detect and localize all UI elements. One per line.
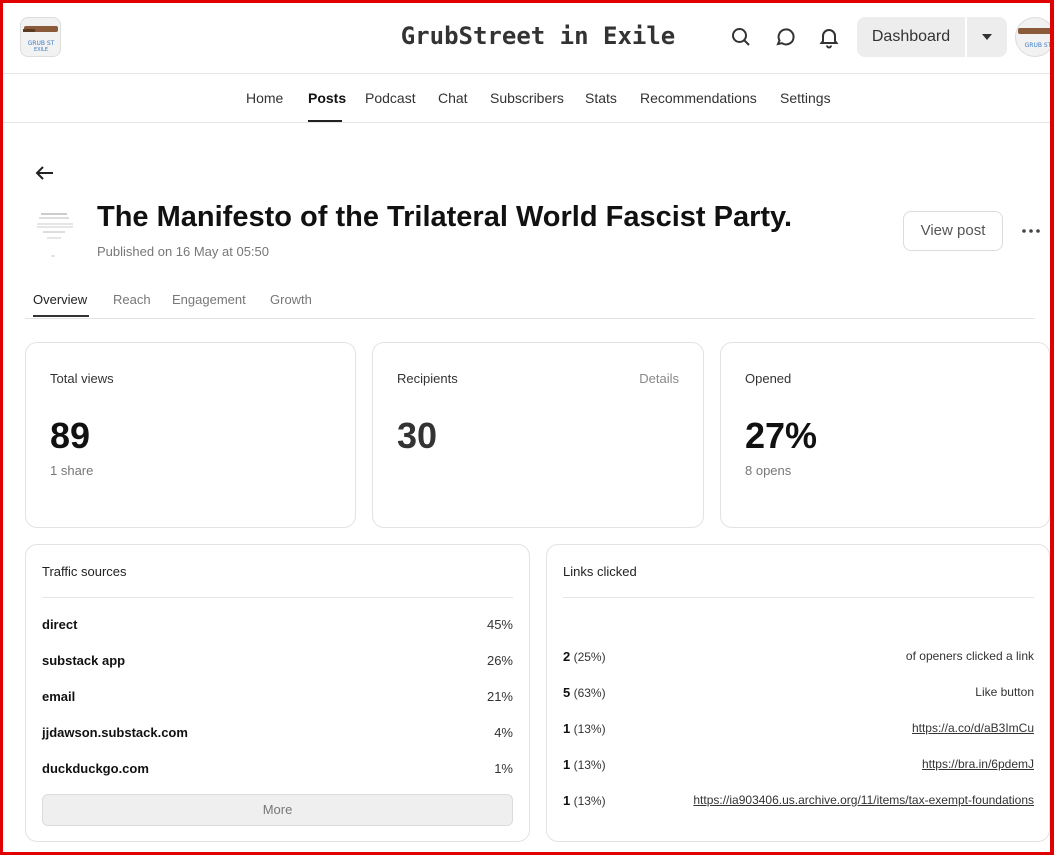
link-click-percent: (25%) [573,650,606,664]
svg-text:GRUB ST: GRUB ST [1025,42,1052,49]
traffic-row: direct 45% [42,617,513,637]
nav-home[interactable]: Home [246,90,283,106]
traffic-divider [42,597,513,598]
top-bar: GRUB ST EXILE GrubStreet in Exile Dashbo… [0,0,1054,74]
traffic-row: substack app 26% [42,653,513,673]
traffic-percent: 26% [486,653,513,668]
traffic-row: email 21% [42,689,513,709]
main-nav: Home Posts Podcast Chat Subscribers Stat… [0,74,1054,123]
tab-engagement[interactable]: Engagement [172,292,246,307]
opens-count: 8 opens [745,463,792,478]
more-traffic-button[interactable]: More [42,794,513,826]
tabs-divider [25,318,1035,319]
link-click-percent: (13%) [573,794,606,808]
tab-growth[interactable]: Growth [270,292,312,307]
nav-stats[interactable]: Stats [585,90,617,106]
post-thumbnail [33,206,77,260]
traffic-percent: 21% [486,689,513,704]
traffic-percent: 45% [486,617,513,632]
recipients-details-link[interactable]: Details [639,371,679,386]
total-views-card: Total views 89 1 share [25,342,356,528]
link-row: 5 (63%) Like button [563,685,1034,705]
link-click-count: 1 [563,793,571,808]
tab-active-underline [33,315,89,317]
total-views-value: 89 [50,415,91,456]
link-click-count: 1 [563,757,571,772]
tab-overview[interactable]: Overview [33,292,87,307]
nav-recommendations[interactable]: Recommendations [640,90,757,106]
traffic-row: duckduckgo.com 1% [42,761,513,781]
chat-bubble-icon[interactable] [773,25,797,49]
link-url[interactable]: https://bra.in/6pdemJ [922,757,1034,771]
link-click-percent: (63%) [573,686,606,700]
nav-settings[interactable]: Settings [780,90,831,106]
tab-reach[interactable]: Reach [113,292,151,307]
caret-down-icon [982,34,992,40]
nav-subscribers[interactable]: Subscribers [490,90,564,106]
traffic-source: duckduckgo.com [42,761,149,776]
link-click-count: 1 [563,721,571,736]
back-arrow-icon[interactable] [33,161,57,185]
recipients-label: Recipients [397,371,458,386]
traffic-source: direct [42,617,78,632]
link-row: 1 (13%) https://ia903406.us.archive.org/… [563,793,1034,813]
traffic-percent: 1% [494,761,513,776]
traffic-sources-title: Traffic sources [42,564,127,579]
opened-label: Opened [745,371,792,386]
shares-count: 1 share [50,463,94,478]
link-target: Like button [975,685,1034,699]
link-click-count: 2 [563,649,571,664]
opened-value: 27% [745,415,818,456]
more-options-icon[interactable] [1018,219,1044,243]
nav-podcast[interactable]: Podcast [365,90,416,106]
search-icon[interactable] [729,25,753,49]
links-divider [563,597,1034,598]
traffic-source: email [42,689,76,704]
link-row: 1 (13%) https://bra.in/6pdemJ [563,757,1034,777]
link-click-percent: (13%) [573,758,606,772]
link-row: 1 (13%) https://a.co/d/aB3ImCu [563,721,1034,741]
published-date: Published on 16 May at 05:50 [97,244,270,259]
recipients-card: Recipients Details 30 [372,342,704,528]
traffic-source: jjdawson.substack.com [42,725,188,740]
total-views-label: Total views [50,371,114,386]
opened-card: Opened 27% 8 opens [720,342,1050,528]
traffic-row: jjdawson.substack.com 4% [42,725,513,745]
traffic-percent: 4% [494,725,513,740]
view-post-button[interactable]: View post [903,211,1003,251]
nav-posts[interactable]: Posts [308,90,346,106]
recipients-value: 30 [397,415,438,456]
traffic-source: substack app [42,653,126,668]
dashboard-menu-button[interactable] [967,17,1007,57]
link-click-count: 5 [563,685,571,700]
link-url[interactable]: https://a.co/d/aB3ImCu [912,721,1034,735]
bell-icon[interactable] [817,25,841,49]
dashboard-button[interactable]: Dashboard [857,17,965,57]
link-target: of openers clicked a link [905,649,1034,663]
user-avatar[interactable]: GRUB ST [1015,17,1054,57]
links-clicked-title: Links clicked [563,564,637,579]
nav-active-underline [308,120,342,122]
link-click-percent: (13%) [573,722,606,736]
post-title: The Manifesto of the Trilateral World Fa… [97,201,793,233]
link-url[interactable]: https://ia903406.us.archive.org/11/items… [693,793,1034,807]
link-row: 2 (25%) of openers clicked a link [563,649,1034,669]
nav-chat[interactable]: Chat [438,90,468,106]
